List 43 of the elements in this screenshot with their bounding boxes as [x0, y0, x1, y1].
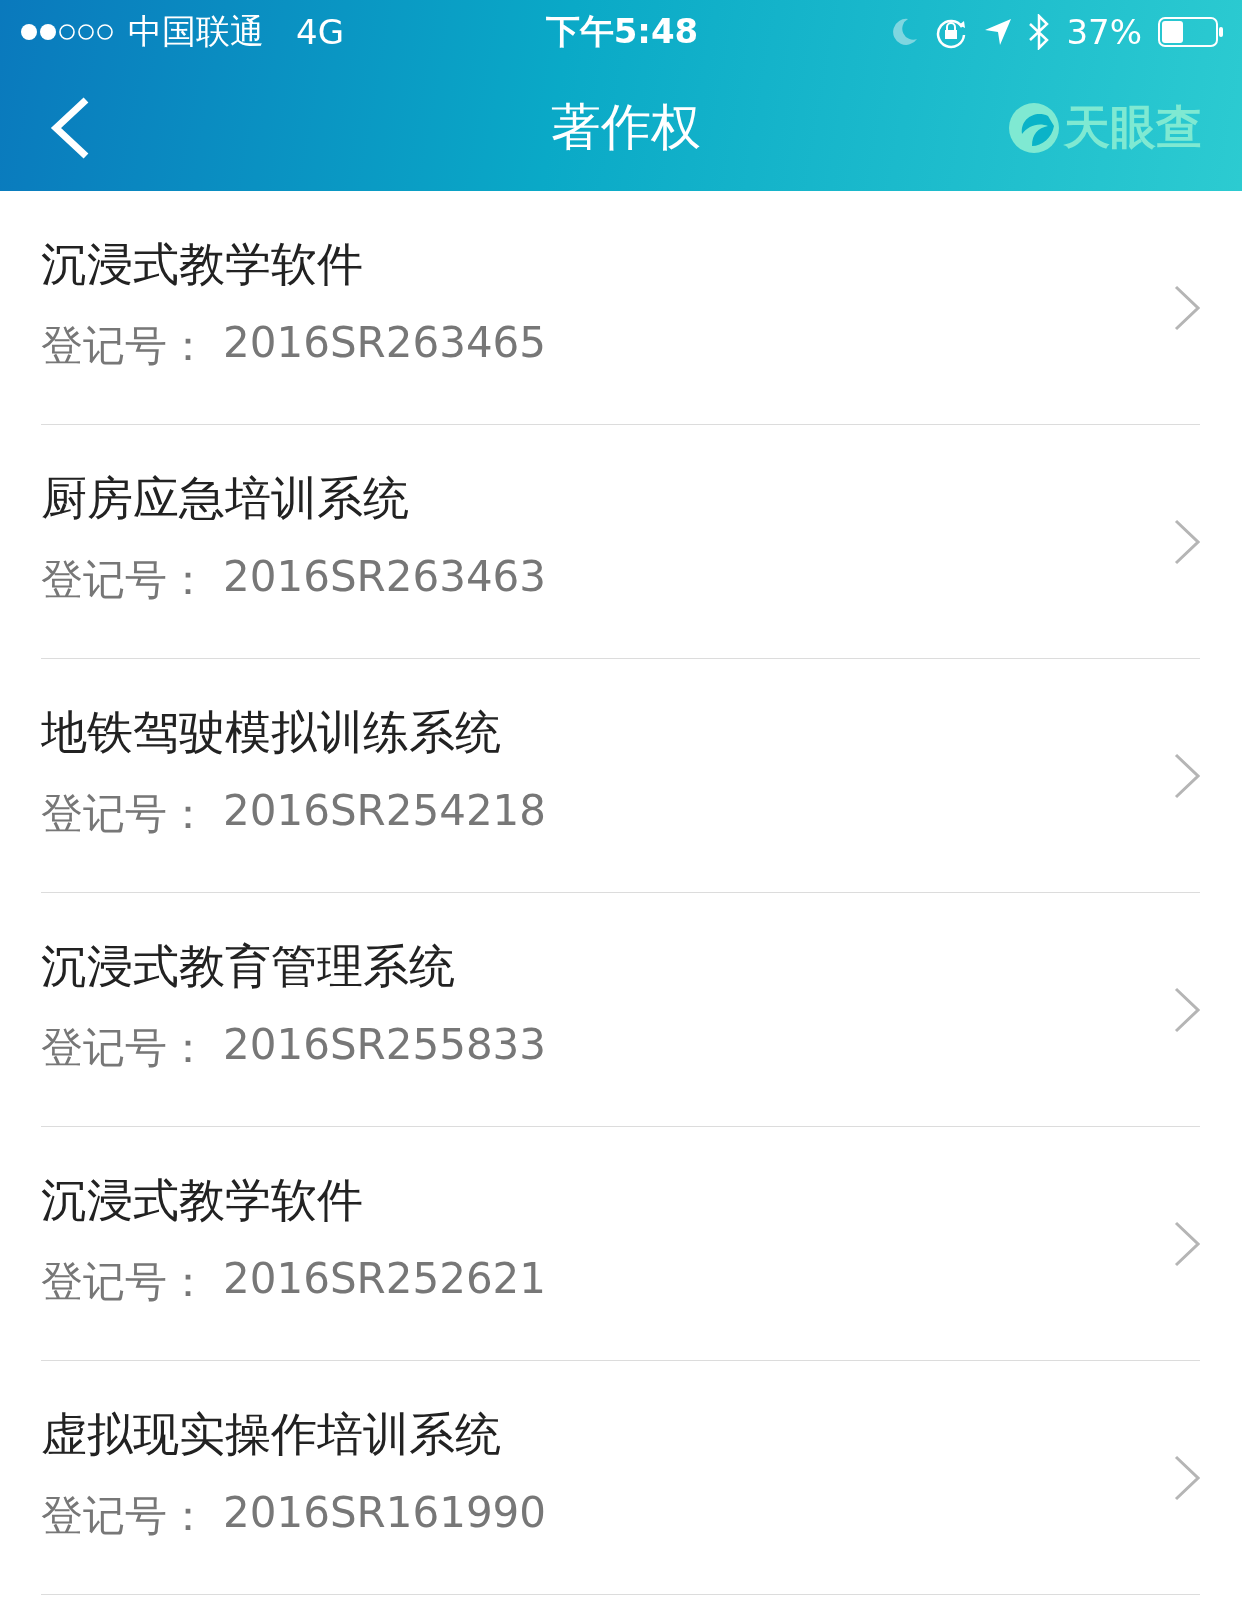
location-icon	[984, 18, 1013, 46]
clock: 下午5:48	[544, 10, 700, 53]
carrier-name: 中国联通	[128, 10, 264, 53]
battery-percent: 37%	[1066, 12, 1142, 52]
registration-label: 登记号：	[41, 553, 209, 606]
copyright-item[interactable]: 厨房应急培训系统 登记号： 2016SR263463	[41, 425, 1200, 659]
registration-number: 2016SR263463	[223, 551, 547, 603]
bluetooth-icon	[1028, 14, 1051, 50]
registration-label: 登记号：	[41, 1021, 209, 1074]
registration-number: 2016SR161990	[223, 1487, 547, 1539]
registration-number: 2016SR252621	[223, 1253, 547, 1305]
page-title: 著作权	[550, 97, 702, 158]
item-title: 虚拟现实操作培训系统	[41, 1405, 502, 1463]
chevron-right-icon	[1174, 284, 1200, 331]
chevron-right-icon	[1174, 752, 1200, 799]
registration-label: 登记号：	[41, 1489, 209, 1542]
brand-logo: 天眼查	[1064, 98, 1202, 156]
signal-icon	[20, 23, 116, 41]
copyright-item[interactable]: 虚拟现实操作培训系统 登记号： 2016SR161990	[41, 1361, 1200, 1595]
item-title: 地铁驾驶模拟训练系统	[41, 703, 502, 761]
battery-icon	[1158, 17, 1224, 47]
back-icon[interactable]	[50, 96, 90, 159]
chevron-right-icon	[1174, 986, 1200, 1033]
registration-number: 2016SR263465	[223, 317, 547, 369]
registration-label: 登记号：	[41, 319, 209, 372]
registration-label: 登记号：	[41, 787, 209, 840]
eye-logo-icon	[1008, 101, 1060, 154]
chevron-right-icon	[1174, 1220, 1200, 1267]
item-title: 厨房应急培训系统	[41, 469, 410, 527]
item-title: 沉浸式教学软件	[41, 1171, 364, 1229]
copyright-item[interactable]: 地铁驾驶模拟训练系统 登记号： 2016SR254218	[41, 659, 1200, 893]
registration-number: 2016SR255833	[223, 1019, 547, 1071]
registration-number: 2016SR254218	[223, 785, 547, 837]
network-type: 4G	[296, 12, 344, 52]
item-title: 沉浸式教育管理系统	[41, 937, 456, 995]
moon-icon	[890, 17, 919, 47]
copyright-item[interactable]: 沉浸式教学软件 登记号： 2016SR263465	[41, 191, 1200, 425]
copyright-item[interactable]: 沉浸式教育管理系统 登记号： 2016SR255833	[41, 893, 1200, 1127]
registration-label: 登记号：	[41, 1255, 209, 1308]
chevron-right-icon	[1174, 518, 1200, 565]
item-title: 沉浸式教学软件	[41, 235, 364, 293]
chevron-right-icon	[1174, 1454, 1200, 1501]
copyright-item[interactable]: 沉浸式教学软件 登记号： 2016SR252621	[41, 1127, 1200, 1361]
